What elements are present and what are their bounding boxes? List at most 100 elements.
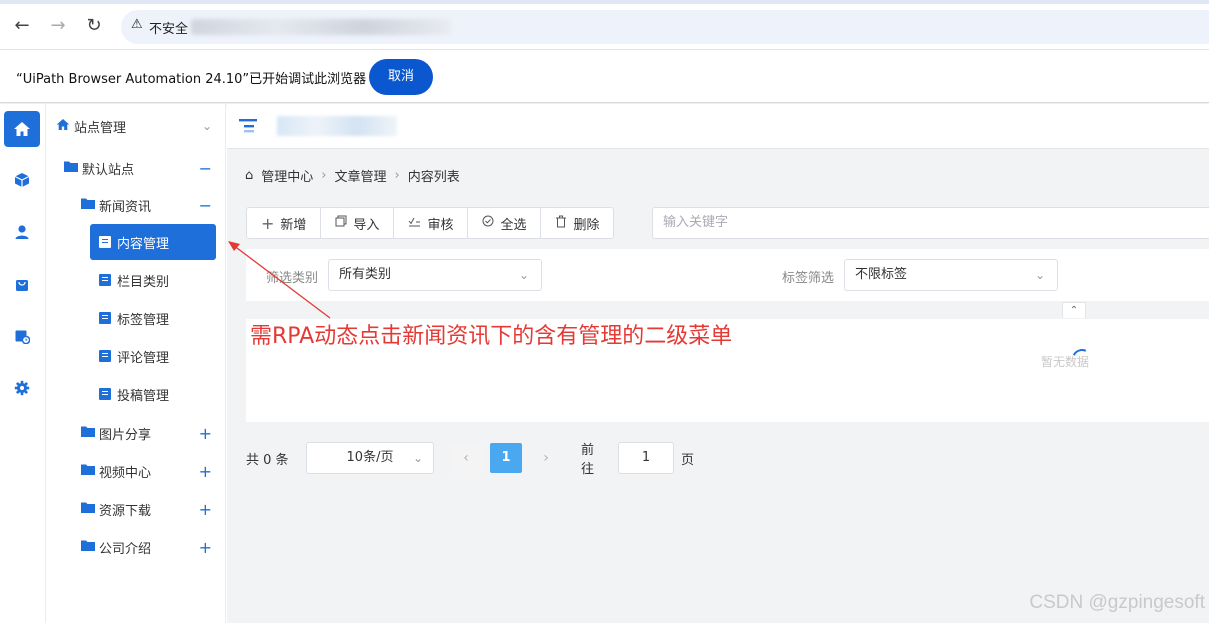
add-button[interactable]: + 新增 (247, 208, 322, 238)
tree-item-company[interactable]: 公司介绍 + (81, 529, 226, 565)
folder-icon (81, 197, 95, 213)
keyword-search-input[interactable]: 输入关键字 (652, 207, 1209, 239)
import-button-label: 导入 (353, 217, 380, 233)
tree-leaf-label: 内容管理 (117, 236, 170, 252)
security-label: 不安全 (149, 22, 189, 37)
folder-icon (81, 463, 95, 479)
pagination: 共 0 条 10条/页 ⌄ ‹ 1 › 前往 1 页 (246, 442, 694, 477)
tree-leaf-category[interactable]: 栏目类别 (90, 262, 216, 298)
document-icon (99, 274, 111, 286)
chevron-right-icon: › (394, 168, 400, 183)
tree-leaf-submission-manage[interactable]: 投稿管理 (90, 376, 216, 412)
tree-item-downloads[interactable]: 资源下载 + (81, 491, 226, 527)
filter-panel: 筛选类别 所有类别 ⌄ 标签筛选 不限标签 ⌄ (246, 249, 1209, 301)
tree-root-label: 站点管理 (74, 120, 127, 136)
browser-toolbar: ← → ↻ ⚠ 不安全 (0, 0, 1209, 50)
tree-item-label: 资源下载 (99, 503, 152, 519)
review-button[interactable]: 审核 (394, 208, 469, 238)
tree-leaf-tag-manage[interactable]: 标签管理 (90, 300, 216, 336)
home-outline-icon: ⌂ (245, 168, 254, 183)
goto-page-input[interactable]: 1 (618, 442, 674, 474)
watermark: CSDN @gzpingesoft (1029, 592, 1205, 613)
add-button-label: 新增 (280, 217, 307, 233)
home-icon[interactable] (4, 111, 40, 147)
collapse-icon[interactable]: − (199, 159, 212, 178)
breadcrumb: ⌂ 管理中心 › 文章管理 › 内容列表 (245, 166, 460, 185)
next-page-button[interactable]: › (530, 443, 562, 473)
document-icon (99, 312, 111, 324)
gear-icon[interactable] (4, 370, 40, 406)
reload-icon[interactable]: ↻ (82, 14, 106, 38)
blurred-url (191, 19, 451, 35)
blurred-title (277, 116, 397, 136)
tree-item-default-site[interactable]: 默认站点 − (64, 150, 226, 186)
tree-item-label: 默认站点 (82, 162, 135, 178)
main-topbar (227, 104, 1209, 149)
trash-icon (555, 215, 567, 232)
breadcrumb-item[interactable]: 文章管理 (334, 166, 386, 185)
page-unit-label: 页 (681, 452, 695, 468)
delete-button[interactable]: 删除 (541, 208, 613, 238)
breadcrumb-item: 内容列表 (407, 170, 460, 185)
chevron-up-icon[interactable]: ⌃ (1062, 302, 1086, 318)
tree-leaf-label: 投稿管理 (117, 388, 170, 404)
document-icon (99, 350, 111, 362)
page-size-value: 10条/页 (346, 450, 394, 465)
menu-toggle-icon[interactable] (239, 118, 259, 134)
page-number-current[interactable]: 1 (490, 443, 522, 473)
document-icon (99, 236, 111, 248)
tree-leaf-label: 评论管理 (117, 350, 170, 366)
check-circle-icon (482, 215, 494, 231)
collapse-icon[interactable]: − (199, 196, 212, 215)
tree-item-label: 视频中心 (99, 465, 152, 481)
tree-root[interactable]: 站点管理 ⌄ (56, 108, 226, 144)
import-button[interactable]: 导入 (321, 208, 395, 238)
breadcrumb-item[interactable]: 管理中心 (261, 166, 313, 185)
tree-item-videos[interactable]: 视频中心 + (81, 453, 226, 489)
debug-infobar: “UiPath Browser Automation 24.10”已开始调试此浏… (0, 51, 1209, 103)
folder-icon (64, 160, 78, 176)
review-button-label: 审核 (427, 217, 454, 233)
forward-icon[interactable]: → (46, 14, 70, 38)
category-filter-label: 筛选类别 (266, 271, 319, 286)
tree-item-news[interactable]: 新闻资讯 − (81, 187, 226, 223)
folder-icon (81, 539, 95, 555)
select-all-button-label: 全选 (500, 217, 527, 233)
home-small-icon (56, 118, 70, 135)
chevron-down-icon: ⌄ (412, 451, 423, 465)
page-size-select[interactable]: 10条/页 ⌄ (306, 442, 434, 474)
select-all-button[interactable]: 全选 (468, 208, 542, 238)
annotation-text: 需RPA动态点击新闻资讯下的含有管理的二级菜单 (250, 324, 733, 349)
cancel-debug-button[interactable]: 取消 (369, 59, 433, 95)
main-content: ⌂ 管理中心 › 文章管理 › 内容列表 + 新增 导入 审核 全选 删除 输入… (227, 104, 1209, 623)
tree-item-label: 新闻资讯 (99, 199, 152, 215)
tag-select[interactable]: 不限标签 ⌄ (844, 259, 1058, 291)
site-tree: 站点管理 ⌄ 默认站点 − 新闻资讯 − 内容管理 栏目类别 标签管理 评论管理… (46, 104, 226, 623)
tree-leaf-comment-manage[interactable]: 评论管理 (90, 338, 216, 374)
chevron-right-icon: › (321, 168, 327, 183)
folder-icon (81, 501, 95, 517)
back-icon[interactable]: ← (10, 14, 34, 38)
expand-icon[interactable]: + (199, 424, 212, 443)
chevron-down-icon[interactable]: ⌄ (202, 119, 212, 133)
user-icon[interactable] (4, 214, 40, 250)
tag-filter-label: 标签筛选 (782, 271, 835, 286)
tree-leaf-label: 栏目类别 (117, 274, 170, 290)
tab-strip (0, 0, 1209, 4)
address-bar[interactable]: ⚠ 不安全 (121, 10, 1209, 44)
folder-icon (81, 425, 95, 441)
expand-icon[interactable]: + (199, 462, 212, 481)
prev-page-button[interactable]: ‹ (450, 443, 482, 473)
tree-leaf-content-manage[interactable]: 内容管理 (90, 224, 216, 260)
calendar-icon[interactable] (4, 318, 40, 354)
expand-icon[interactable]: + (199, 538, 212, 557)
cube-icon[interactable] (4, 162, 40, 198)
tree-item-photos[interactable]: 图片分享 + (81, 415, 226, 451)
copy-icon (335, 215, 347, 231)
action-toolbar: + 新增 导入 审核 全选 删除 (246, 207, 615, 239)
category-select[interactable]: 所有类别 ⌄ (328, 259, 542, 291)
bag-icon[interactable] (4, 266, 40, 302)
icon-rail (0, 104, 46, 623)
expand-icon[interactable]: + (199, 500, 212, 519)
delete-button-label: 删除 (573, 217, 600, 233)
